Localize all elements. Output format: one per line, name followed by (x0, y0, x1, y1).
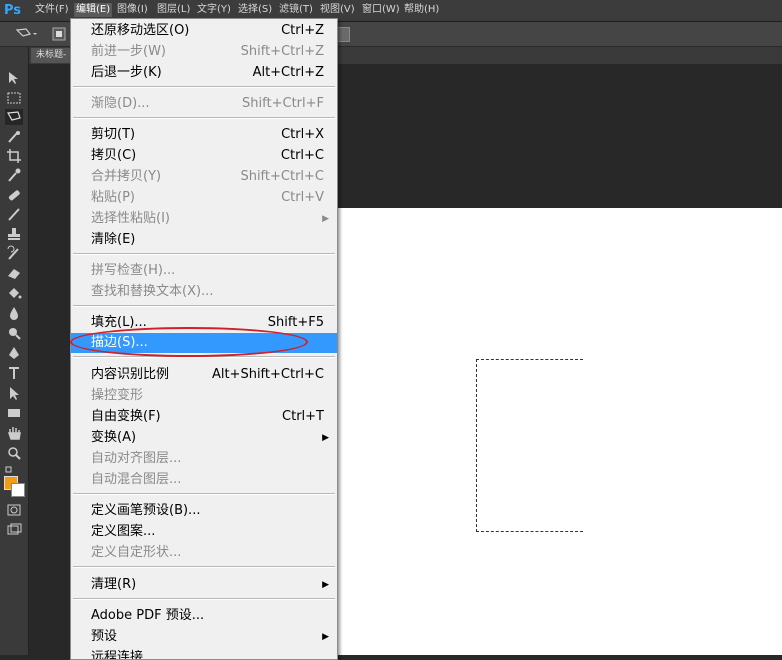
eraser-tool-icon[interactable] (5, 265, 23, 281)
menu-item-define-brush[interactable]: 定义画笔预设(B)... (71, 501, 337, 521)
menu-item-paste-special[interactable]: 选择性粘贴(I) ▶ (71, 209, 337, 229)
menu-separator (73, 86, 335, 88)
menu-layer[interactable]: 图层(L) (155, 3, 192, 17)
menu-item-transform[interactable]: 变换(A) ▶ (71, 428, 337, 448)
move-tool-icon[interactable] (5, 70, 23, 86)
menu-item-presets[interactable]: 预设 ▶ (71, 627, 337, 647)
quick-mask-icon[interactable] (5, 502, 23, 518)
screen-mode-icon[interactable] (5, 522, 23, 538)
menu-item-auto-blend-layers[interactable]: 自动混合图层... (71, 470, 337, 490)
menu-view[interactable]: 视图(V) (318, 3, 357, 17)
menu-item-content-aware-scale[interactable]: 内容识别比例 Alt+Shift+Ctrl+C (71, 365, 337, 385)
crop-tool-icon[interactable] (5, 148, 23, 164)
eyedropper-tool-icon[interactable] (5, 167, 23, 183)
submenu-arrow-icon: ▶ (322, 214, 329, 224)
type-tool-icon[interactable] (5, 365, 23, 381)
menu-window[interactable]: 窗口(W) (360, 3, 402, 17)
menu-filter[interactable]: 滤镜(T) (277, 3, 315, 17)
menu-separator (73, 253, 335, 255)
menu-item-cut[interactable]: 剪切(T) Ctrl+X (71, 125, 337, 145)
menu-item-copy[interactable]: 拷贝(C) Ctrl+C (71, 146, 337, 166)
healing-brush-tool-icon[interactable] (5, 187, 23, 203)
menu-separator (73, 598, 335, 600)
menu-item-clear[interactable]: 清除(E) (71, 230, 337, 250)
new-selection-icon[interactable] (52, 26, 66, 45)
menu-item-remote-connections[interactable]: 远程连接... (71, 648, 337, 659)
menu-select[interactable]: 选择(S) (236, 3, 274, 17)
clone-stamp-tool-icon[interactable] (5, 226, 23, 242)
marquee-tool-icon[interactable] (5, 90, 23, 106)
quick-select-tool-icon[interactable] (5, 129, 23, 145)
menu-help[interactable]: 帮助(H) (402, 3, 441, 17)
menu-item-find-replace[interactable]: 查找和替换文本(X)... (71, 282, 337, 302)
menu-type[interactable]: 文字(Y) (195, 3, 233, 17)
menu-item-undo[interactable]: 还原移动选区(O) Ctrl+Z (71, 21, 337, 41)
menu-file[interactable]: 文件(F) (33, 3, 71, 17)
lasso-preset-icon[interactable] (14, 26, 38, 46)
shape-tool-icon[interactable] (5, 405, 23, 421)
submenu-arrow-icon: ▶ (322, 632, 329, 642)
menu-item-define-pattern[interactable]: 定义图案... (71, 522, 337, 542)
submenu-arrow-icon: ▶ (322, 580, 329, 590)
selection-marquee (476, 359, 583, 532)
background-color-swatch[interactable] (11, 483, 25, 497)
menu-separator (73, 305, 335, 307)
menu-separator (73, 117, 335, 119)
menu-item-purge[interactable]: 清理(R) ▶ (71, 575, 337, 595)
menu-item-check-spelling[interactable]: 拼写检查(H)... (71, 261, 337, 281)
dodge-tool-icon[interactable] (5, 325, 23, 341)
menu-item-free-transform[interactable]: 自由变换(F) Ctrl+T (71, 407, 337, 427)
menu-item-step-backward[interactable]: 后退一步(K) Alt+Ctrl+Z (71, 63, 337, 83)
menu-item-step-forward[interactable]: 前进一步(W) Shift+Ctrl+Z (71, 42, 337, 62)
paint-bucket-tool-icon[interactable] (5, 285, 23, 301)
menu-edit[interactable]: 编辑(E) (74, 3, 113, 17)
menu-item-fade[interactable]: 渐隐(D)... Shift+Ctrl+F (71, 94, 337, 114)
brush-tool-icon[interactable] (5, 206, 23, 222)
pen-tool-icon[interactable] (5, 345, 23, 361)
menu-item-adobe-pdf-presets[interactable]: Adobe PDF 预设... (71, 606, 337, 626)
submenu-arrow-icon: ▶ (322, 433, 329, 443)
menu-separator (73, 566, 335, 568)
menu-image[interactable]: 图像(I) (115, 3, 150, 17)
menu-item-auto-align-layers[interactable]: 自动对齐图层... (71, 449, 337, 469)
blur-tool-icon[interactable] (5, 305, 23, 321)
pasteboard (337, 64, 782, 208)
annotation-ellipse (70, 327, 308, 357)
menu-item-puppet-warp[interactable]: 操控变形 (71, 386, 337, 406)
lasso-tool-icon[interactable] (5, 109, 23, 125)
photoshop-logo: Ps (4, 3, 22, 18)
zoom-tool-icon[interactable] (5, 445, 23, 461)
document-canvas[interactable] (337, 208, 782, 655)
history-brush-tool-icon[interactable] (5, 245, 23, 261)
swap-colors-icon[interactable] (5, 462, 23, 473)
menu-item-paste[interactable]: 粘贴(P) Ctrl+V (71, 188, 337, 208)
path-select-tool-icon[interactable] (5, 385, 23, 401)
menu-item-define-custom-shape[interactable]: 定义自定形状... (71, 543, 337, 563)
toolbox (0, 47, 29, 655)
menu-item-copy-merged[interactable]: 合并拷贝(Y) Shift+Ctrl+C (71, 167, 337, 187)
hand-tool-icon[interactable] (5, 425, 23, 441)
menu-separator (73, 493, 335, 495)
